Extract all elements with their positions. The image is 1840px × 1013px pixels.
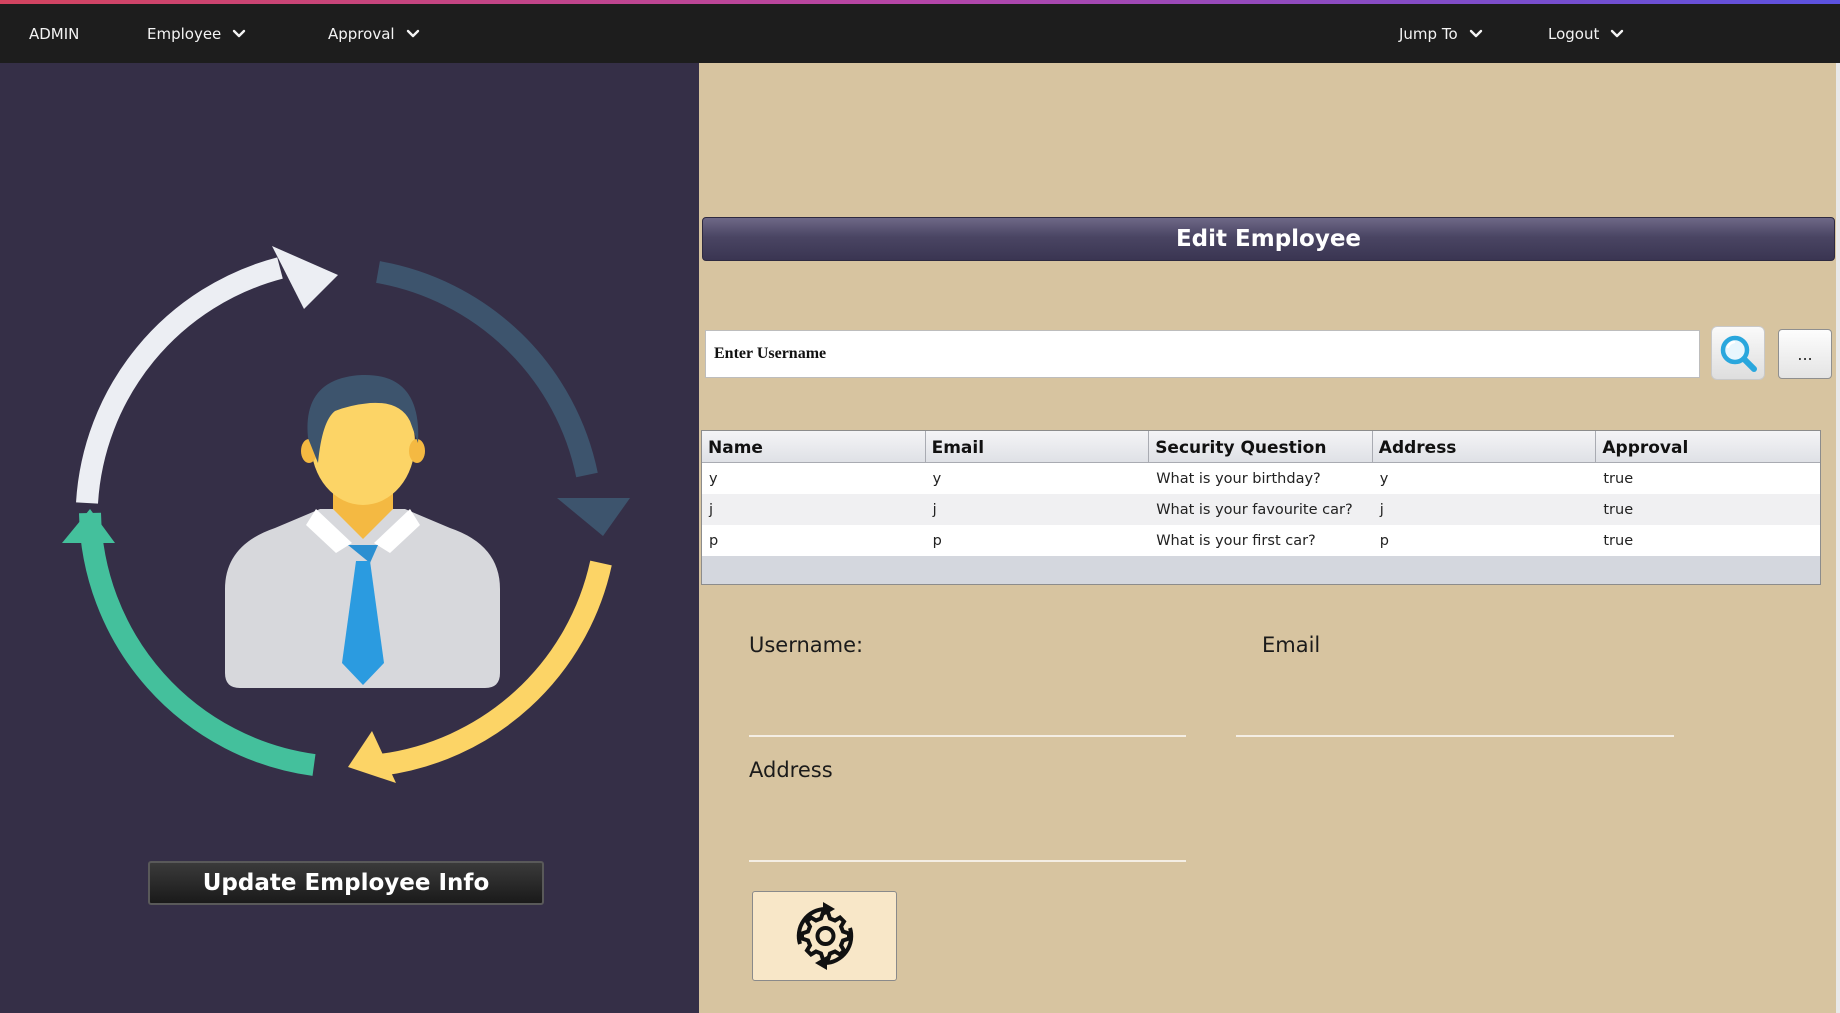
table-cell: p: [932, 532, 942, 549]
column-header-approval[interactable]: Approval: [1596, 431, 1820, 462]
chevron-down-icon: [1611, 29, 1624, 37]
username-label: Username:: [749, 633, 864, 657]
address-field[interactable]: [749, 818, 1190, 860]
column-header-email[interactable]: Email: [926, 431, 1150, 462]
table-row[interactable]: y y What is your birthday? y true: [702, 463, 1820, 494]
nav-approval-label: Approval: [328, 24, 395, 43]
column-header-address[interactable]: Address: [1373, 431, 1597, 462]
email-field[interactable]: [1236, 693, 1678, 735]
username-underline: [749, 735, 1186, 737]
nav-jump-to-label: Jump To: [1399, 24, 1458, 43]
nav-logout-menu[interactable]: Logout: [1548, 4, 1625, 63]
nav-admin-label: ADMIN: [29, 24, 80, 43]
table-cell: What is your first car?: [1156, 532, 1316, 549]
edit-employee-header: Edit Employee: [702, 217, 1835, 261]
nav-employee-label: Employee: [147, 24, 222, 43]
table-cell: true: [1603, 501, 1634, 518]
table-cell: j: [1379, 501, 1384, 518]
nav-jump-to-menu[interactable]: Jump To: [1399, 4, 1484, 63]
table-header-row: Name Email Security Question Address App…: [702, 431, 1820, 463]
column-header-name[interactable]: Name: [702, 431, 926, 462]
address-underline: [749, 860, 1186, 862]
address-label: Address: [749, 758, 833, 782]
table-cell: j: [709, 501, 714, 518]
table-cell: j: [932, 501, 937, 518]
table-cell: y: [932, 470, 942, 487]
employee-avatar-icon: [62, 246, 630, 783]
chevron-down-icon: [406, 29, 419, 37]
top-navigation-bar: ADMIN Employee Approval Jump To Logout: [0, 4, 1840, 63]
email-label: Email: [1262, 633, 1321, 657]
gear-refresh-icon: [796, 902, 853, 970]
table-cell: What is your favourite car?: [1156, 501, 1353, 518]
employee-table: Name Email Security Question Address App…: [701, 430, 1821, 585]
column-header-security-question[interactable]: Security Question: [1149, 431, 1373, 462]
table-cell: y: [1379, 470, 1389, 487]
table-row[interactable]: j j What is your favourite car? j true: [702, 494, 1820, 525]
table-cell: y: [709, 470, 718, 487]
left-panel: Update Employee Info: [0, 63, 699, 1013]
username-field[interactable]: [749, 693, 1190, 735]
table-cell: true: [1603, 470, 1634, 487]
chevron-down-icon: [1469, 29, 1482, 37]
email-underline: [1236, 735, 1674, 737]
table-row[interactable]: p p What is your first car? p true: [702, 525, 1820, 556]
nav-approval-menu[interactable]: Approval: [328, 4, 421, 63]
nav-logout-label: Logout: [1548, 24, 1600, 43]
table-cell: true: [1603, 532, 1634, 549]
table-cell: p: [709, 532, 719, 549]
username-search-input[interactable]: [705, 330, 1700, 378]
table-cell: What is your birthday?: [1156, 470, 1321, 487]
search-button[interactable]: [1711, 326, 1765, 380]
update-employee-info-button[interactable]: Update Employee Info: [148, 861, 544, 905]
nav-admin[interactable]: ADMIN: [29, 4, 79, 63]
update-settings-button[interactable]: [752, 891, 897, 981]
table-cell: p: [1379, 532, 1389, 549]
window-scroll-edge: [1836, 63, 1840, 1013]
magnifier-icon: [1720, 335, 1757, 372]
nav-employee-menu[interactable]: Employee: [147, 4, 247, 63]
chevron-down-icon: [233, 29, 246, 37]
more-options-button[interactable]: ...: [1778, 329, 1832, 379]
